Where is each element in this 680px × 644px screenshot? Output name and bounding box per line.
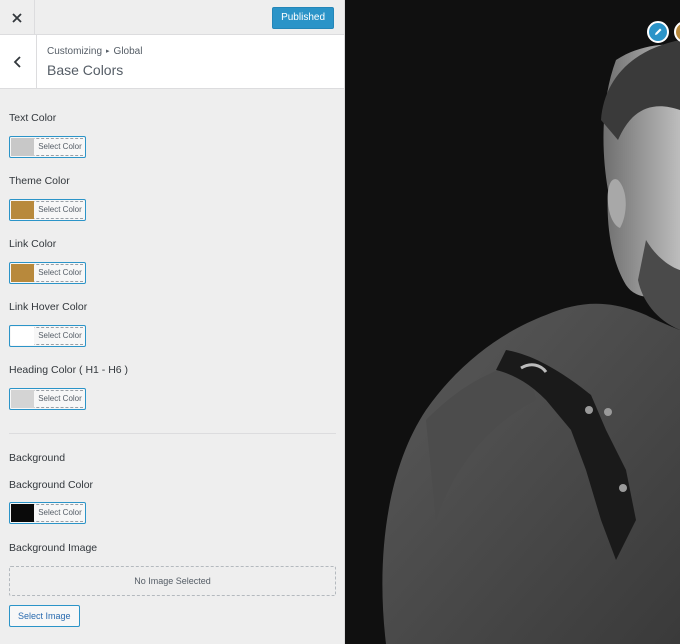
select-color-button[interactable]: Select Color xyxy=(36,393,84,405)
heading-color-picker[interactable]: Select Color xyxy=(9,388,86,410)
customizer-sidebar: Published Customizing ▸ Global Base Colors… xyxy=(0,0,345,644)
select-color-button[interactable]: Select Color xyxy=(36,330,84,342)
color-swatch xyxy=(11,504,34,522)
background-heading: Background xyxy=(9,452,66,464)
heading-color-label: Heading Color ( H1 - H6 ) xyxy=(9,364,129,376)
color-swatch xyxy=(11,138,34,156)
preview-photo xyxy=(346,0,680,644)
customizer-topbar: Published xyxy=(0,0,344,35)
select-color-button[interactable]: Select Color xyxy=(36,141,84,153)
link-hover-color-label: Link Hover Color xyxy=(9,301,88,313)
background-color-label: Background Color xyxy=(9,479,94,491)
site-preview xyxy=(346,0,680,644)
close-icon xyxy=(12,12,22,23)
theme-color-label: Theme Color xyxy=(9,175,70,187)
color-swatch xyxy=(11,327,34,345)
divider xyxy=(9,433,336,434)
theme-color-picker[interactable]: Select Color xyxy=(9,199,86,221)
pencil-icon xyxy=(655,28,662,35)
background-color-picker[interactable]: Select Color xyxy=(9,502,86,524)
color-swatch xyxy=(11,201,34,219)
breadcrumb-parent: Customizing xyxy=(47,46,103,57)
text-color-label: Text Color xyxy=(9,112,57,124)
color-swatch xyxy=(11,390,34,408)
link-color-label: Link Color xyxy=(9,238,57,250)
chevron-left-icon xyxy=(13,55,21,68)
image-placeholder: No Image Selected xyxy=(9,566,336,596)
color-swatch xyxy=(11,264,34,282)
section-header: Customizing ▸ Global Base Colors xyxy=(0,35,344,89)
link-hover-color-picker[interactable]: Select Color xyxy=(9,325,86,347)
select-color-button[interactable]: Select Color xyxy=(36,204,84,216)
section-title: Base Colors xyxy=(47,62,124,78)
link-color-picker[interactable]: Select Color xyxy=(9,262,86,284)
back-button[interactable] xyxy=(0,35,37,88)
close-button[interactable] xyxy=(0,0,35,35)
select-color-button[interactable]: Select Color xyxy=(36,507,84,519)
breadcrumb-child: Global xyxy=(113,46,143,57)
select-image-button[interactable]: Select Image xyxy=(9,605,80,627)
select-color-button[interactable]: Select Color xyxy=(36,267,84,279)
breadcrumb-separator-icon: ▸ xyxy=(106,48,110,55)
breadcrumb: Customizing ▸ Global xyxy=(47,46,142,57)
edit-shortcut-button[interactable] xyxy=(647,21,669,43)
background-image-label: Background Image xyxy=(9,542,98,554)
text-color-picker[interactable]: Select Color xyxy=(9,136,86,158)
publish-button[interactable]: Published xyxy=(272,7,334,29)
